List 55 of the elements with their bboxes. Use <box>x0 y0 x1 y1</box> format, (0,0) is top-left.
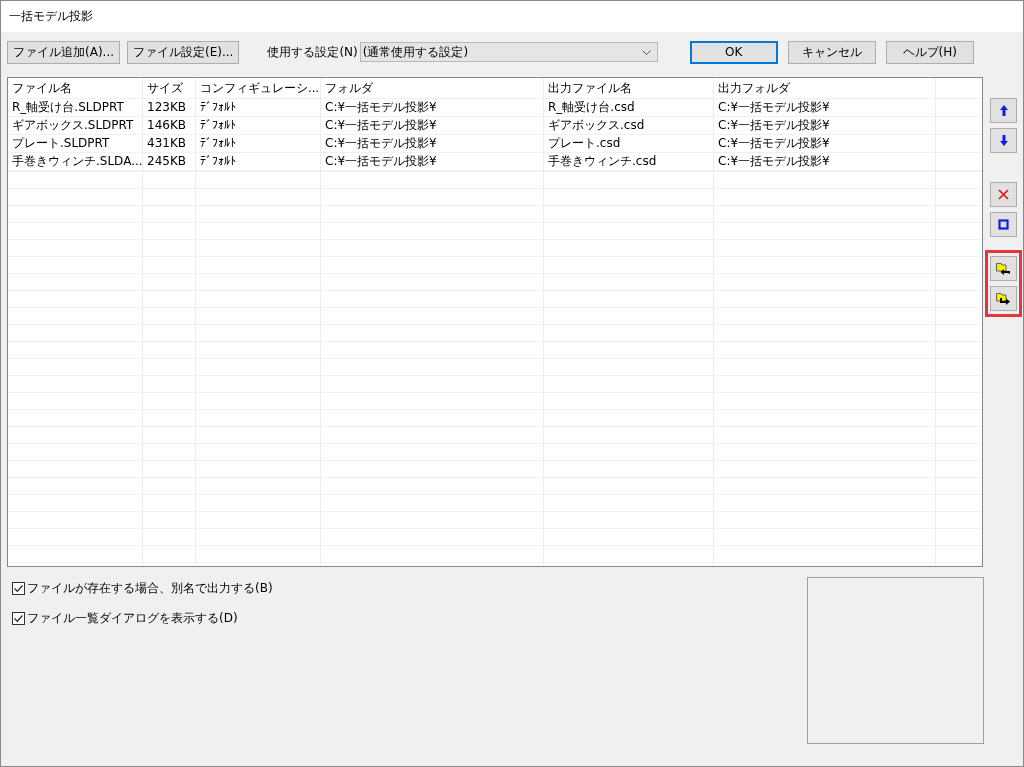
table-cell: 146KB <box>143 117 196 134</box>
folder-button[interactable] <box>990 286 1017 311</box>
delete-button[interactable] <box>990 182 1017 207</box>
square-icon <box>998 219 1009 230</box>
close-icon <box>998 189 1009 200</box>
table-cell: 手巻きウィンチ.SLDA... <box>8 153 143 170</box>
table-cell: R_軸受け台.csd <box>544 99 714 116</box>
table-cell: C:¥一括モデル投影¥ <box>714 153 936 170</box>
folder-button[interactable] <box>990 256 1017 281</box>
checkmark-icon <box>13 583 24 594</box>
checkmark-icon <box>13 613 24 624</box>
table-cell: C:¥一括モデル投影¥ <box>321 135 544 152</box>
table-cell: 431KB <box>143 135 196 152</box>
setting-dropdown[interactable]: (通常使用する設定) <box>359 42 658 62</box>
square-button[interactable] <box>990 212 1017 237</box>
column-header[interactable]: サイズ <box>143 78 196 98</box>
table-cell: 245KB <box>143 153 196 170</box>
table-cell: プレート.csd <box>544 135 714 152</box>
column-header[interactable]: コンフィギュレーシ... <box>196 78 321 98</box>
table-cell: ギアボックス.SLDPRT <box>8 117 143 134</box>
table-cell: C:¥一括モデル投影¥ <box>321 117 544 134</box>
column-header[interactable]: ファイル名 <box>8 78 143 98</box>
option-checkbox[interactable]: ファイルが存在する場合、別名で出力する(B) <box>12 580 273 597</box>
table-cell: C:¥一括モデル投影¥ <box>321 153 544 170</box>
table-cell: ﾃﾞﾌｫﾙﾄ <box>196 117 321 134</box>
move-up-button[interactable] <box>990 98 1017 123</box>
table-cell: ﾃﾞﾌｫﾙﾄ <box>196 135 321 152</box>
table-cell: R_軸受け台.SLDPRT <box>8 99 143 116</box>
dialog-button[interactable]: キャンセル <box>787 40 876 64</box>
option-checkbox[interactable]: ファイル一覧ダイアログを表示する(D) <box>12 610 273 627</box>
table-cell: C:¥一括モデル投影¥ <box>714 117 936 134</box>
arrow-down-icon <box>999 135 1008 146</box>
folder-arrow-icon <box>996 262 1011 275</box>
chevron-down-icon <box>641 49 651 55</box>
toolbar-button[interactable]: ファイル設定(E)... <box>127 40 240 64</box>
toolbar-button[interactable]: ファイル追加(A)... <box>7 40 120 64</box>
dialog-button[interactable]: OK <box>689 40 778 64</box>
table-cell: ﾃﾞﾌｫﾙﾄ <box>196 153 321 170</box>
column-header[interactable]: 出力フォルダ <box>714 78 936 98</box>
window-title: 一括モデル投影 <box>1 1 1023 32</box>
setting-label: 使用する設定(N) <box>267 43 358 61</box>
table-cell: プレート.SLDPRT <box>8 135 143 152</box>
arrow-up-icon <box>999 105 1008 116</box>
column-header[interactable]: フォルダ <box>321 78 544 98</box>
move-down-button[interactable] <box>990 128 1017 153</box>
table-cell: ﾃﾞﾌｫﾙﾄ <box>196 99 321 116</box>
table-cell: C:¥一括モデル投影¥ <box>714 99 936 116</box>
table-cell: 手巻きウィンチ.csd <box>544 153 714 170</box>
column-header[interactable]: 出力ファイル名 <box>544 78 714 98</box>
table-cell: C:¥一括モデル投影¥ <box>321 99 544 116</box>
table-cell: ギアボックス.csd <box>544 117 714 134</box>
table-cell: C:¥一括モデル投影¥ <box>714 135 936 152</box>
table-cell: 123KB <box>143 99 196 116</box>
folder-arrow-icon <box>996 292 1011 305</box>
dialog-button[interactable]: ヘルプ(H) <box>885 40 974 64</box>
